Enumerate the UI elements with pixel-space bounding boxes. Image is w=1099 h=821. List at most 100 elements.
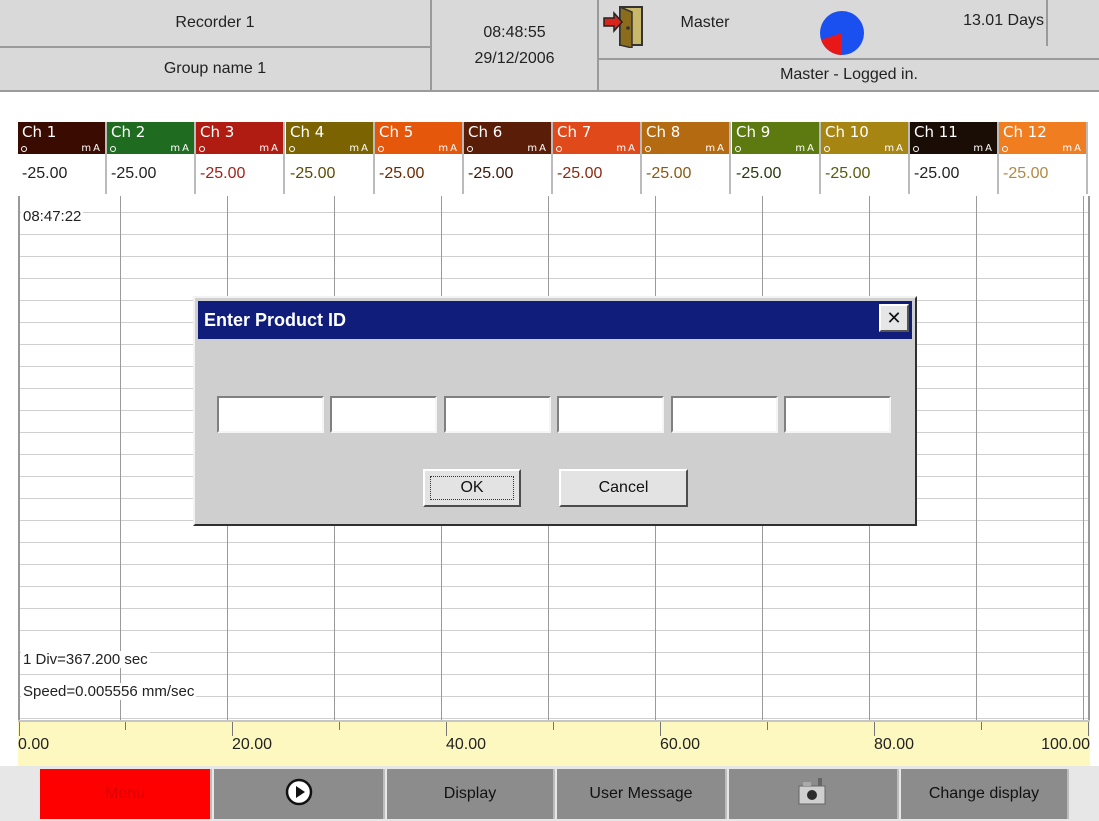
- recorder-name: Recorder 1: [175, 14, 255, 31]
- channel-header: Ch 8 mA: [642, 122, 729, 154]
- alarm-dot-icon: [913, 146, 919, 152]
- channel-value: -25.00: [200, 165, 246, 182]
- channel-9[interactable]: Ch 9 mA -25.00: [732, 122, 821, 194]
- channel-2[interactable]: Ch 2 mA -25.00: [107, 122, 196, 194]
- channel-name: Ch 7: [557, 123, 592, 141]
- snapshot-button[interactable]: [729, 769, 899, 819]
- disk-usage-pie-icon: [816, 8, 868, 58]
- alarm-dot-icon: [21, 146, 27, 152]
- channel-unit: mA: [884, 143, 905, 154]
- scale-major-tick: [232, 722, 233, 736]
- channel-header: Ch 10 mA: [821, 122, 908, 154]
- channel-value: -25.00: [468, 165, 514, 182]
- product-id-dialog: Enter Product ID ✕ OK Cancel: [193, 296, 917, 526]
- scale-minor-tick: [339, 722, 340, 730]
- product-id-field-1[interactable]: [217, 396, 324, 433]
- channel-unit: mA: [349, 143, 370, 154]
- user-message-button[interactable]: User Message: [557, 769, 727, 819]
- channel-header: Ch 11 mA: [910, 122, 997, 154]
- clock-time: 08:48:55: [483, 24, 546, 41]
- channel-value: -25.00: [1003, 165, 1049, 182]
- clock-date: 29/12/2006: [474, 50, 555, 67]
- channel-header: Ch 3 mA: [196, 122, 283, 154]
- channel-name: Ch 4: [290, 123, 325, 141]
- channel-value: -25.00: [646, 165, 692, 182]
- channel-4[interactable]: Ch 4 mA -25.00: [286, 122, 375, 194]
- channel-unit: mA: [81, 143, 102, 154]
- play-button[interactable]: [214, 769, 385, 819]
- product-id-field-5[interactable]: [671, 396, 778, 433]
- product-id-field-3[interactable]: [444, 396, 551, 433]
- channel-8[interactable]: Ch 8 mA -25.00: [642, 122, 731, 194]
- alarm-dot-icon: [735, 146, 741, 152]
- display-button[interactable]: Display: [387, 769, 555, 819]
- alarm-dot-icon: [289, 146, 295, 152]
- door-exit-icon[interactable]: [602, 4, 650, 49]
- ok-button[interactable]: OK: [423, 469, 521, 507]
- channel-3[interactable]: Ch 3 mA -25.00: [196, 122, 285, 194]
- alarm-dot-icon: [645, 146, 651, 152]
- channel-5[interactable]: Ch 5 mA -25.00: [375, 122, 464, 194]
- channel-7[interactable]: Ch 7 mA -25.00: [553, 122, 642, 194]
- product-id-field-4[interactable]: [557, 396, 664, 433]
- channel-name: Ch 5: [379, 123, 414, 141]
- channel-header: Ch 12 mA: [999, 122, 1086, 154]
- channel-unit: mA: [170, 143, 191, 154]
- channel-11[interactable]: Ch 11 mA -25.00: [910, 122, 999, 194]
- scale-major-tick: [446, 722, 447, 736]
- scale-minor-tick: [981, 722, 982, 730]
- close-button[interactable]: ✕: [879, 304, 909, 332]
- channel-unit: mA: [795, 143, 816, 154]
- dialog-title: Enter Product ID: [198, 301, 912, 339]
- menu-button[interactable]: Menu: [40, 769, 212, 819]
- channel-header: Ch 7 mA: [553, 122, 640, 154]
- alarm-dot-icon: [1002, 146, 1008, 152]
- login-status: Master - Logged in.: [780, 66, 918, 83]
- scale-minor-tick: [767, 722, 768, 730]
- value-scale: 0.00 20.00 40.00 60.00 80.00 100.00: [18, 720, 1090, 766]
- channel-strip: Ch 1 mA -25.00 Ch 2 mA -25.00 Ch 3 mA -25.00 Ch 4…: [18, 122, 1088, 194]
- channel-name: Ch 6: [468, 123, 503, 141]
- channel-name: Ch 12: [1003, 123, 1047, 141]
- channel-value: -25.00: [736, 165, 782, 182]
- product-id-field-2[interactable]: [330, 396, 437, 433]
- channel-name: Ch 8: [646, 123, 681, 141]
- chart-start-time: 08:47:22: [21, 208, 84, 225]
- channel-12[interactable]: Ch 12 mA -25.00: [999, 122, 1088, 194]
- channel-6[interactable]: Ch 6 mA -25.00: [464, 122, 553, 194]
- channel-name: Ch 10: [825, 123, 869, 141]
- alarm-dot-icon: [824, 146, 830, 152]
- channel-1[interactable]: Ch 1 mA -25.00: [18, 122, 107, 194]
- product-id-field-6[interactable]: [784, 396, 891, 433]
- scale-major-tick: [1088, 722, 1089, 736]
- channel-10[interactable]: Ch 10 mA -25.00: [821, 122, 910, 194]
- channel-value: -25.00: [557, 165, 603, 182]
- channel-value: -25.00: [111, 165, 157, 182]
- logged-user: Master: [680, 14, 730, 31]
- scale-label: 80.00: [874, 736, 915, 753]
- speed-info: Speed=0.005556 mm/sec: [21, 683, 197, 700]
- scale-label: 100.00: [1041, 736, 1090, 753]
- channel-name: Ch 11: [914, 123, 958, 141]
- channel-value: -25.00: [22, 165, 68, 182]
- channel-header: Ch 4 mA: [286, 122, 373, 154]
- channel-name: Ch 3: [200, 123, 235, 141]
- status-header: Recorder 1 Group name 1 08:48:55 29/12/2…: [0, 0, 1099, 92]
- scale-label: 60.00: [660, 736, 701, 753]
- channel-value: -25.00: [914, 165, 960, 182]
- change-display-button[interactable]: Change display: [901, 769, 1069, 819]
- close-icon: ✕: [886, 307, 902, 328]
- group-name: Group name 1: [163, 60, 267, 77]
- cancel-button[interactable]: Cancel: [559, 469, 688, 507]
- channel-header: Ch 1 mA: [18, 122, 105, 154]
- channel-header: Ch 9 mA: [732, 122, 819, 154]
- alarm-dot-icon: [378, 146, 384, 152]
- division-info: 1 Div=367.200 sec: [21, 651, 150, 668]
- days-remaining: 13.01 Days: [963, 12, 1044, 29]
- channel-unit: mA: [527, 143, 548, 154]
- channel-name: Ch 2: [111, 123, 146, 141]
- channel-unit: mA: [438, 143, 459, 154]
- scale-major-tick: [19, 722, 20, 736]
- channel-unit: mA: [705, 143, 726, 154]
- channel-name: Ch 9: [736, 123, 771, 141]
